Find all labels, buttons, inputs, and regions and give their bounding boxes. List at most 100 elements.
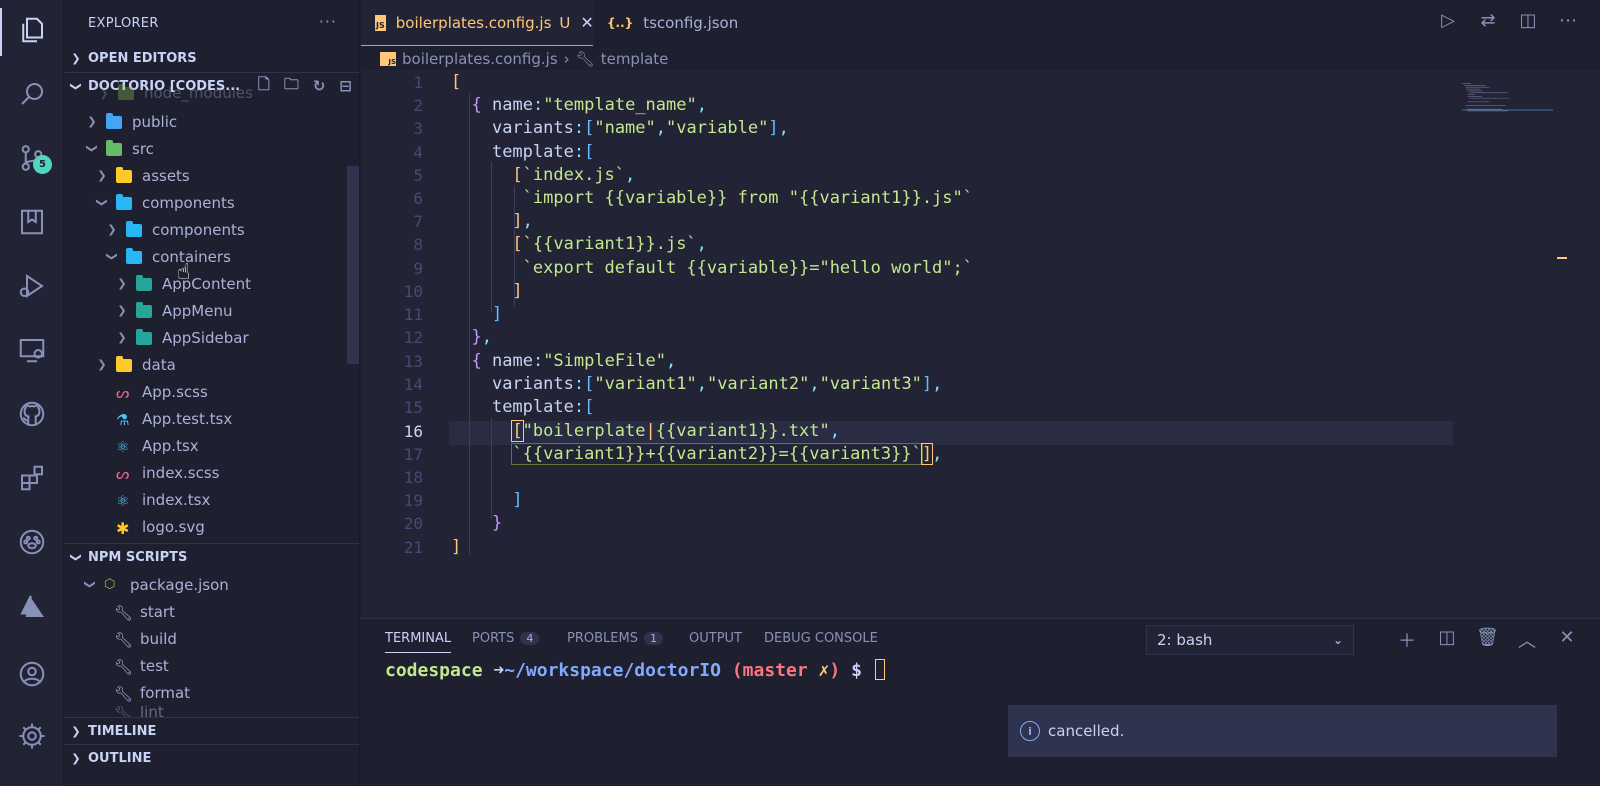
code-line: ]: [491, 304, 503, 324]
line-number: 19: [403, 491, 423, 510]
tree-item-appmenu[interactable]: ❯ AppMenu: [64, 297, 359, 324]
more-actions-icon[interactable]: ⋯: [1558, 10, 1578, 31]
run-debug-icon[interactable]: [12, 266, 52, 306]
search-icon[interactable]: [12, 74, 52, 114]
add-terminal-icon[interactable]: ＋: [1396, 627, 1418, 653]
tree-item-public[interactable]: ❯ public: [64, 108, 359, 135]
line-number: 18: [403, 468, 423, 487]
settings-gear-icon[interactable]: [12, 716, 52, 756]
code-line: ]: [512, 490, 523, 510]
remote-explorer-icon[interactable]: [12, 330, 52, 370]
flask-icon: ⚗: [116, 410, 130, 429]
chevron-right-icon: ❯: [97, 358, 107, 371]
open-editors-section[interactable]: ❯ OPEN EDITORS: [64, 45, 359, 71]
tree-item-app-tsx[interactable]: ⚛ App.tsx: [64, 432, 359, 459]
breadcrumb-symbol[interactable]: template: [601, 50, 669, 68]
explorer-icon[interactable]: [12, 10, 52, 50]
tree-item-index-tsx[interactable]: ⚛ index.tsx: [64, 486, 359, 513]
azure-icon[interactable]: [12, 586, 52, 626]
paw-icon[interactable]: [12, 522, 52, 562]
script-label: test: [140, 656, 169, 675]
account-icon[interactable]: [12, 654, 52, 694]
tab-output[interactable]: OUTPUT: [689, 631, 742, 646]
tree-item-components-nested[interactable]: ❯ components: [64, 216, 359, 243]
tab-ports[interactable]: PORTS 4: [472, 631, 540, 646]
chevron-down-icon: ❯: [83, 579, 97, 590]
github-icon[interactable]: [12, 394, 52, 434]
npm-script-test[interactable]: 🔧︎ test: [64, 652, 359, 679]
json-file-icon: {..}: [607, 16, 634, 30]
code-editor[interactable]: 1 2 3 4 5 6 7 8 9 10 11 12 13 14 15 16 17 18 19 20 21 [ { na…: [361, 70, 1600, 618]
tree-item-appcontent[interactable]: ❯ AppContent: [64, 270, 359, 297]
tree-item-assets[interactable]: ❯ assets: [64, 162, 359, 189]
untracked-badge: U: [559, 13, 571, 32]
breadcrumb-file[interactable]: boilerplates.config.js: [402, 50, 558, 68]
more-actions-icon[interactable]: ···: [319, 12, 337, 31]
line-number: 14: [403, 375, 423, 394]
npm-package-json[interactable]: ❯ ⬡ package.json: [64, 571, 359, 598]
tree-item-app-test-tsx[interactable]: ⚗ App.test.tsx: [64, 405, 359, 432]
bookmark-icon[interactable]: [12, 202, 52, 242]
close-icon[interactable]: ✕: [580, 13, 593, 32]
code-line: ]: [451, 537, 462, 557]
tree-item-node-modules[interactable]: ❯ node_modules: [64, 83, 359, 103]
terminal-prompt[interactable]: codespace ➜~/workspace/doctorIO (master …: [385, 659, 885, 681]
tree-item-containers[interactable]: ❯ containers: [64, 243, 359, 270]
npm-script-format[interactable]: 🔧︎ format: [64, 679, 359, 706]
code-line: ]: [512, 281, 523, 301]
tree-item-src[interactable]: ❯ src: [64, 135, 359, 162]
tree-item-data[interactable]: ❯ data: [64, 351, 359, 378]
wrench-icon: 🔧︎: [114, 603, 134, 622]
minimap[interactable]: [1453, 70, 1553, 130]
tab-problems[interactable]: PROBLEMS 1: [567, 631, 663, 646]
maximize-panel-icon[interactable]: ︿: [1516, 627, 1538, 653]
terminal-select[interactable]: 2: bash ⌄: [1146, 625, 1354, 655]
code-line: template:[: [491, 397, 595, 417]
tree-item-index-scss[interactable]: ᔕ index.scss: [64, 459, 359, 486]
tree-scrollbar[interactable]: [347, 166, 359, 364]
tab-tsconfig[interactable]: {..} tsconfig.json: [593, 0, 752, 46]
line-number: 4: [413, 143, 423, 162]
run-icon[interactable]: ▷: [1438, 10, 1458, 31]
explorer-sidebar: EXPLORER ··· ❯ OPEN EDITORS ❯ DOCTORIO […: [64, 0, 360, 786]
chevron-right-icon: ❯: [71, 51, 81, 65]
prompt-dirty: ✗: [818, 660, 830, 681]
npm-scripts-section[interactable]: ❯ NPM SCRIPTS: [64, 544, 359, 570]
split-terminal-icon[interactable]: ◫: [1436, 627, 1458, 653]
tab-debug-console[interactable]: DEBUG CONSOLE: [764, 631, 878, 646]
tree-item-components[interactable]: ❯ components: [64, 189, 359, 216]
tab-boilerplates-config[interactable]: JS boilerplates.config.js U ✕: [361, 0, 594, 46]
line-number: 21: [403, 538, 423, 557]
extensions-icon[interactable]: [12, 458, 52, 498]
source-control-icon[interactable]: 5: [12, 138, 52, 178]
npm-script-start[interactable]: 🔧︎ start: [64, 598, 359, 625]
editor-tabs: JS boilerplates.config.js U ✕ {..} tscon…: [361, 0, 1600, 46]
chevron-right-icon: ❯: [97, 169, 107, 182]
line-number: 13: [403, 352, 423, 371]
section-label: OPEN EDITORS: [88, 50, 197, 66]
tree-item-appsidebar[interactable]: ❯ AppSidebar: [64, 324, 359, 351]
line-number: 20: [403, 514, 423, 533]
trash-icon[interactable]: 🗑︎: [1476, 627, 1499, 653]
chevron-down-icon: ❯: [105, 251, 119, 262]
tab-terminal[interactable]: TERMINAL: [385, 631, 452, 653]
split-editor-icon[interactable]: ◫: [1518, 10, 1538, 31]
sass-icon: ᔕ: [116, 383, 130, 402]
tree-item-logo-svg[interactable]: ✱ logo.svg: [64, 513, 359, 540]
code-line: { name:"SimpleFile",: [471, 351, 677, 371]
timeline-section[interactable]: ❯ TIMELINE: [64, 718, 359, 744]
tree-item-app-scss[interactable]: ᔕ App.scss: [64, 378, 359, 405]
assets-folder-icon: [116, 166, 134, 184]
notification-toast[interactable]: i cancelled.: [1008, 705, 1557, 757]
outline-section[interactable]: ❯ OUTLINE: [64, 745, 359, 771]
tree-label: App.scss: [142, 382, 208, 401]
tree-label: components: [142, 193, 235, 212]
folder-icon: [136, 328, 154, 346]
npm-script-build[interactable]: 🔧︎ build: [64, 625, 359, 652]
close-panel-icon[interactable]: ✕: [1556, 627, 1578, 653]
tab-label: PROBLEMS: [567, 631, 638, 646]
code-line: `import {{variable}} from "{{variant1}}.…: [522, 188, 973, 208]
code-line: variants:["variant1","variant2","variant…: [491, 374, 943, 394]
compare-changes-icon[interactable]: ⇄: [1478, 10, 1498, 31]
sass-icon: ᔕ: [116, 464, 130, 483]
